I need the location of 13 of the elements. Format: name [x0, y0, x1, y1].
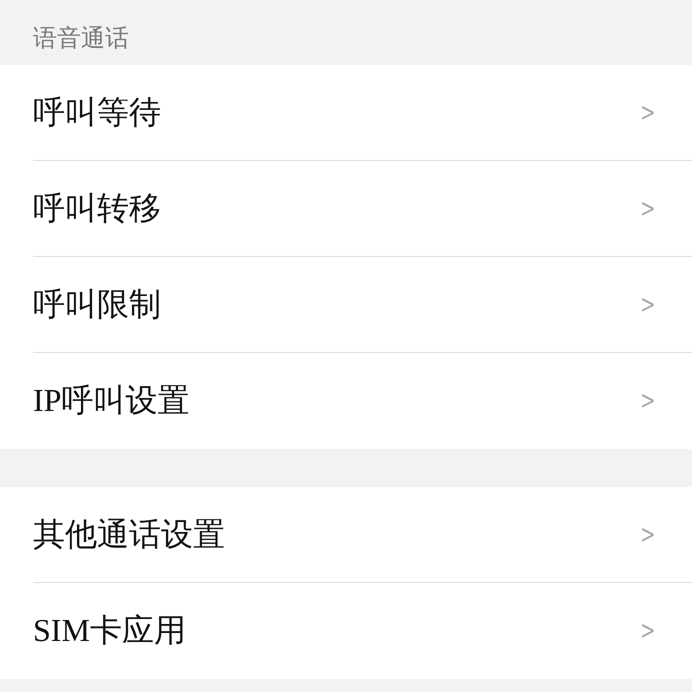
chevron-icon: > [640, 616, 656, 646]
chevron-icon: > [640, 194, 656, 224]
chevron-icon: > [640, 520, 656, 550]
settings-item[interactable]: 呼叫转移 > [33, 161, 692, 257]
section-header: 语音通话 [32, 24, 130, 54]
settings-item[interactable]: 其他通话设置 > [33, 487, 692, 583]
chevron-icon: > [640, 290, 656, 320]
chevron-icon: > [640, 386, 656, 416]
settings-item[interactable]: 呼叫等待 > [33, 65, 692, 161]
chevron-icon: > [640, 98, 656, 128]
settings-item[interactable]: 呼叫限制 > [33, 257, 692, 353]
settings-item[interactable]: SIM卡应用 > [33, 583, 692, 679]
settings-item[interactable]: IP呼叫设置 > [33, 353, 692, 449]
